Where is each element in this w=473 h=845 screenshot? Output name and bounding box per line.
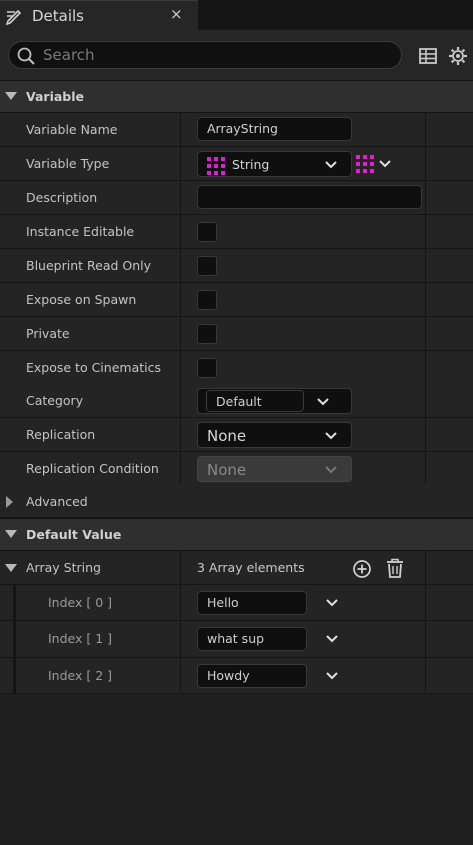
advanced-row[interactable]: Advanced	[0, 485, 473, 518]
array-element-row: Index [ 0 ] Hello	[0, 585, 473, 621]
variable-type-label: Variable Type	[26, 156, 110, 171]
search-box[interactable]	[8, 41, 402, 69]
blueprint-read-only-row: Blueprint Read Only	[0, 249, 473, 283]
settings-gear-icon[interactable]	[448, 46, 468, 66]
variable-name-label: Variable Name	[26, 122, 118, 137]
expose-to-cinematics-label: Expose to Cinematics	[26, 360, 161, 375]
replication-condition-label: Replication Condition	[26, 461, 159, 476]
chevron-down-icon[interactable]	[325, 669, 339, 683]
details-tab[interactable]: Details ×	[0, 0, 198, 30]
array-count: 3 Array elements	[197, 560, 305, 575]
instance-editable-label: Instance Editable	[26, 224, 135, 239]
private-checkbox[interactable]	[197, 324, 217, 344]
array-element-row: Index [ 2 ] Howdy	[0, 658, 473, 694]
expand-arrow-icon[interactable]	[6, 496, 13, 508]
section-variable-header[interactable]: Variable	[0, 80, 473, 113]
chevron-down-icon[interactable]	[325, 596, 339, 610]
array-string-label: Array String	[26, 560, 101, 575]
section-default-value-header[interactable]: Default Value	[0, 518, 473, 551]
toolbar	[0, 30, 473, 80]
category-combo[interactable]: Default	[197, 388, 352, 414]
array-element-field[interactable]: Howdy	[197, 664, 307, 688]
collapse-arrow-icon[interactable]	[5, 564, 17, 572]
instance-editable-row: Instance Editable	[0, 215, 473, 249]
empty-panel-area	[0, 694, 473, 845]
replication-condition-value: None	[207, 461, 247, 479]
table-icon[interactable]	[418, 46, 438, 66]
blueprint-read-only-checkbox[interactable]	[197, 256, 217, 276]
expose-on-spawn-label: Expose on Spawn	[26, 292, 137, 307]
array-index-label: Index [ 1 ]	[48, 631, 113, 646]
description-field[interactable]	[197, 185, 422, 209]
array-index-label: Index [ 2 ]	[48, 668, 113, 683]
array-index-label: Index [ 0 ]	[48, 595, 113, 610]
blueprint-read-only-label: Blueprint Read Only	[26, 258, 152, 273]
private-row: Private	[0, 317, 473, 351]
close-icon[interactable]: ×	[170, 5, 183, 23]
variable-type-dropdown[interactable]: String	[197, 151, 352, 177]
chevron-down-icon[interactable]	[316, 395, 330, 409]
tab-bar: Details ×	[0, 0, 473, 30]
expose-to-cinematics-checkbox[interactable]	[197, 358, 217, 378]
expose-on-spawn-row: Expose on Spawn	[0, 283, 473, 317]
description-label: Description	[26, 190, 98, 205]
search-icon	[17, 47, 35, 65]
category-row: Category Default	[0, 384, 473, 418]
replication-condition-dropdown: None	[197, 456, 352, 482]
container-type-icon[interactable]	[355, 154, 375, 174]
array-element-row: Index [ 1 ] what sup	[0, 621, 473, 658]
replication-dropdown[interactable]: None	[197, 422, 352, 448]
variable-name-field[interactable]: ArrayString	[197, 117, 352, 141]
instance-editable-checkbox[interactable]	[197, 222, 217, 242]
category-label: Category	[26, 393, 84, 408]
array-element-field[interactable]: what sup	[197, 627, 307, 651]
expose-to-cinematics-row: Expose to Cinematics	[0, 351, 473, 385]
collapse-arrow-icon[interactable]	[5, 530, 17, 538]
array-string-row: Array String 3 Array elements	[0, 551, 473, 585]
category-input[interactable]: Default	[206, 390, 304, 412]
chevron-down-icon	[325, 432, 337, 440]
advanced-label: Advanced	[26, 494, 88, 509]
add-element-icon[interactable]	[352, 559, 372, 579]
description-row: Description	[0, 181, 473, 215]
variable-type-row: Variable Type String	[0, 147, 473, 181]
replication-value: None	[207, 427, 247, 445]
chevron-down-icon	[325, 161, 337, 169]
section-title: Default Value	[26, 527, 122, 542]
replication-condition-row: Replication Condition None	[0, 452, 473, 486]
replication-row: Replication None	[0, 418, 473, 452]
collapse-arrow-icon[interactable]	[5, 92, 17, 100]
search-input[interactable]	[43, 44, 393, 66]
expose-on-spawn-checkbox[interactable]	[197, 290, 217, 310]
chevron-down-icon	[325, 466, 337, 474]
section-title: Variable	[26, 89, 85, 104]
array-element-field[interactable]: Hello	[197, 591, 307, 615]
variable-type-value: String	[232, 157, 270, 172]
tab-title: Details	[32, 7, 85, 25]
replication-label: Replication	[26, 427, 96, 442]
trash-icon[interactable]	[386, 558, 404, 578]
string-type-icon	[207, 157, 225, 175]
chevron-down-icon[interactable]	[325, 632, 339, 646]
variable-name-row: Variable Name ArrayString	[0, 113, 473, 147]
container-type-chevron-icon[interactable]	[378, 157, 392, 171]
pencil-icon	[5, 9, 22, 26]
private-label: Private	[26, 326, 70, 341]
